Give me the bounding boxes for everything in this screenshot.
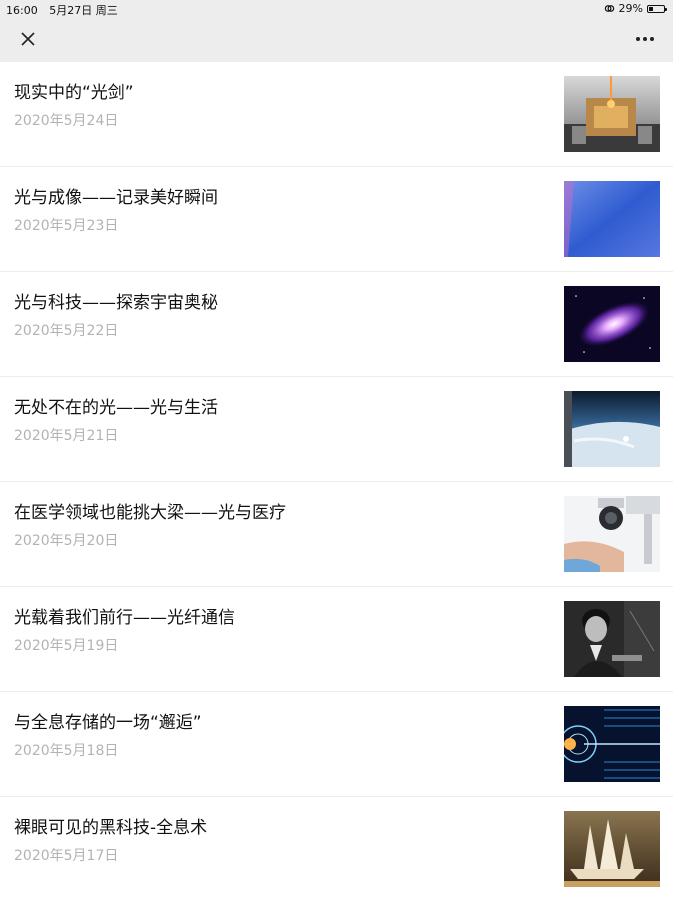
status-bar: 16:00 5月27日 周三 29% bbox=[0, 0, 673, 17]
article-item[interactable]: 与全息存储的一场“邂逅” 2020年5月18日 bbox=[0, 692, 673, 797]
status-left: 16:00 5月27日 周三 bbox=[6, 2, 126, 18]
article-title[interactable]: 光载着我们前行——光纤通信 bbox=[14, 603, 235, 628]
article-title[interactable]: 无处不在的光——光与生活 bbox=[14, 393, 218, 418]
article-thumbnail[interactable] bbox=[564, 76, 660, 152]
article-thumbnail[interactable] bbox=[564, 181, 660, 257]
article-item[interactable]: 在医学领域也能挑大梁——光与医疗 2020年5月20日 bbox=[0, 482, 673, 587]
battery-percent: 29% bbox=[618, 2, 643, 15]
article-thumbnail[interactable] bbox=[564, 391, 660, 467]
article-date: 2020年5月22日 bbox=[14, 323, 119, 339]
article-title[interactable]: 光与成像——记录美好瞬间 bbox=[14, 183, 218, 208]
article-thumbnail[interactable] bbox=[564, 286, 660, 362]
article-item[interactable]: 光与科技——探索宇宙奥秘 2020年5月22日 bbox=[0, 272, 673, 377]
article-item[interactable]: 光载着我们前行——光纤通信 2020年5月19日 bbox=[0, 587, 673, 692]
article-date: 2020年5月17日 bbox=[14, 848, 119, 864]
link-icon bbox=[604, 5, 614, 12]
status-right: 29% bbox=[604, 2, 667, 15]
article-item[interactable]: 光与成像——记录美好瞬间 2020年5月23日 bbox=[0, 167, 673, 272]
article-list: 现实中的“光剑” 2020年5月24日 光与成像——记录美好瞬间 2020年5月… bbox=[0, 62, 673, 901]
article-date: 2020年5月18日 bbox=[14, 743, 119, 759]
status-time: 16:00 bbox=[6, 4, 38, 17]
nav-bar bbox=[0, 17, 673, 62]
battery-icon bbox=[647, 4, 667, 13]
article-title[interactable]: 与全息存储的一场“邂逅” bbox=[14, 708, 202, 733]
article-item[interactable]: 现实中的“光剑” 2020年5月24日 bbox=[0, 62, 673, 167]
article-thumbnail[interactable] bbox=[564, 601, 660, 677]
close-button[interactable] bbox=[14, 27, 42, 51]
article-thumbnail[interactable] bbox=[564, 496, 660, 572]
article-item[interactable]: 裸眼可见的黑科技-全息术 2020年5月17日 bbox=[0, 797, 673, 901]
article-title[interactable]: 在医学领域也能挑大梁——光与医疗 bbox=[14, 498, 286, 523]
article-item[interactable]: 无处不在的光——光与生活 2020年5月21日 bbox=[0, 377, 673, 482]
article-date: 2020年5月21日 bbox=[14, 428, 119, 444]
more-button[interactable] bbox=[631, 27, 659, 51]
status-date: 5月27日 周三 bbox=[49, 4, 118, 17]
article-title[interactable]: 裸眼可见的黑科技-全息术 bbox=[14, 813, 207, 838]
article-date: 2020年5月23日 bbox=[14, 218, 119, 234]
article-thumbnail[interactable] bbox=[564, 706, 660, 782]
article-title[interactable]: 光与科技——探索宇宙奥秘 bbox=[14, 288, 218, 313]
article-date: 2020年5月24日 bbox=[14, 113, 119, 129]
article-thumbnail[interactable] bbox=[564, 811, 660, 887]
article-date: 2020年5月20日 bbox=[14, 533, 119, 549]
article-title[interactable]: 现实中的“光剑” bbox=[14, 78, 134, 103]
close-icon bbox=[21, 32, 35, 46]
more-icon bbox=[636, 37, 654, 41]
article-date: 2020年5月19日 bbox=[14, 638, 119, 654]
